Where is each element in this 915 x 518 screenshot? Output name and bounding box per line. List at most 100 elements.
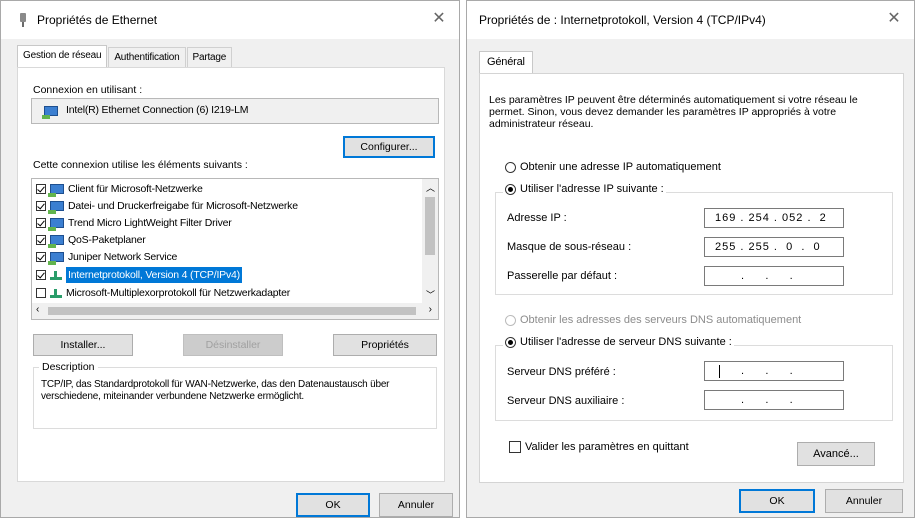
alternate-dns-field[interactable]: . . . xyxy=(704,390,844,410)
gateway-value: . . . xyxy=(741,270,794,282)
manual-ip-option[interactable]: Utiliser l'adresse IP suivante : xyxy=(503,183,666,195)
item-label: QoS-Paketplaner xyxy=(68,234,146,246)
ethernet-properties-window: Propriétés de Ethernet ✕ Gestion de rése… xyxy=(0,0,460,518)
auto-dns-option[interactable]: Obtenir les adresses des serveurs DNS au… xyxy=(505,314,801,326)
preferred-dns-label: Serveur DNS préféré : xyxy=(507,366,616,378)
text-cursor xyxy=(719,365,720,378)
adapter-box: Intel(R) Ethernet Connection (6) I219-LM xyxy=(31,98,439,124)
list-item-selected[interactable]: Internetprotokoll, Version 4 (TCP/IPv4) xyxy=(36,267,242,283)
preferred-dns-field[interactable]: . . . xyxy=(704,361,844,381)
uninstall-button[interactable]: Désinstaller xyxy=(183,334,283,356)
ipv4-properties-window: Propriétés de : Internetprotokoll, Versi… xyxy=(466,0,915,518)
scrollbar-thumb[interactable] xyxy=(48,307,416,315)
validate-checkbox[interactable] xyxy=(509,441,521,453)
close-icon[interactable]: ✕ xyxy=(429,9,449,29)
validate-label: Valider les paramètres en quittant xyxy=(525,441,689,453)
protocol-icon xyxy=(50,288,62,298)
horizontal-scrollbar[interactable]: ‹ › xyxy=(32,303,438,319)
scroll-up-icon[interactable]: ︿ xyxy=(426,181,435,194)
scroll-left-icon[interactable]: ‹ xyxy=(36,304,39,315)
ip-address-value: 169 . 254 . 052 . 2 xyxy=(715,212,827,224)
ok-button[interactable]: OK xyxy=(739,489,815,513)
configure-button[interactable]: Configurer... xyxy=(343,136,435,158)
item-checkbox[interactable] xyxy=(36,184,46,194)
item-checkbox[interactable] xyxy=(36,201,46,211)
manual-dns-radio[interactable] xyxy=(505,336,516,348)
ethernet-icon xyxy=(20,13,26,27)
list-item[interactable]: Microsoft-Multiplexorprotokoll für Netzw… xyxy=(36,285,290,301)
scroll-down-icon[interactable]: ﹀ xyxy=(426,288,435,301)
scrollbar-thumb[interactable] xyxy=(425,197,435,255)
tab-sharing[interactable]: Partage xyxy=(186,47,233,68)
advanced-button[interactable]: Avancé... xyxy=(797,442,875,466)
adapter-icon xyxy=(42,106,58,119)
item-checkbox[interactable] xyxy=(36,218,46,228)
description-text: TCP/IP, das Standardprotokoll für WAN-Ne… xyxy=(41,379,390,402)
auto-ip-option[interactable]: Obtenir une adresse IP automatiquement xyxy=(505,161,721,173)
protocol-icon xyxy=(50,270,62,280)
window-title: Propriétés de Ethernet xyxy=(37,13,158,27)
list-item[interactable]: QoS-Paketplaner xyxy=(36,232,146,248)
ok-button[interactable]: OK xyxy=(296,493,370,517)
tab-strip: Gestion de réseau Authentification Parta… xyxy=(17,45,233,68)
manual-ip-radio[interactable] xyxy=(505,183,516,195)
network-icon xyxy=(48,201,64,214)
tab-authentication[interactable]: Authentification xyxy=(108,47,186,68)
list-item[interactable]: Datei- und Druckerfreigabe für Microsoft… xyxy=(36,198,298,214)
manual-dns-label: Utiliser l'adresse de serveur DNS suivan… xyxy=(520,336,732,348)
intro-text: Les paramètres IP peuvent être déterminé… xyxy=(489,94,858,130)
ip-address-label: Adresse IP : xyxy=(507,212,567,224)
list-item[interactable]: Juniper Network Service xyxy=(36,249,177,265)
item-checkbox[interactable] xyxy=(36,252,46,262)
item-checkbox[interactable] xyxy=(36,235,46,245)
auto-dns-radio[interactable] xyxy=(505,314,516,326)
list-item[interactable]: Client für Microsoft-Netzwerke xyxy=(36,181,203,197)
components-list: Client für Microsoft-Netzwerke Datei- un… xyxy=(31,178,439,320)
items-label: Cette connexion utilise les éléments sui… xyxy=(33,159,248,171)
preferred-dns-value: . . . xyxy=(741,365,794,377)
auto-ip-radio[interactable] xyxy=(505,161,516,173)
tab-networking[interactable]: Gestion de réseau xyxy=(17,45,108,68)
item-checkbox[interactable] xyxy=(36,270,46,280)
manual-dns-option[interactable]: Utiliser l'adresse de serveur DNS suivan… xyxy=(503,336,734,348)
list-item[interactable]: Trend Micro LightWeight Filter Driver xyxy=(36,215,232,231)
validate-option[interactable]: Valider les paramètres en quittant xyxy=(509,441,689,453)
gateway-field[interactable]: . . . xyxy=(704,266,844,286)
window-title: Propriétés de : Internetprotokoll, Versi… xyxy=(479,13,766,27)
vertical-scrollbar[interactable]: ︿ ﹀ xyxy=(422,179,438,303)
item-label: Client für Microsoft-Netzwerke xyxy=(68,183,203,195)
item-label: Microsoft-Multiplexorprotokoll für Netzw… xyxy=(66,287,290,299)
description-label: Description xyxy=(39,361,98,373)
item-label: Trend Micro LightWeight Filter Driver xyxy=(68,217,232,229)
subnet-mask-label: Masque de sous-réseau : xyxy=(507,241,632,253)
properties-button[interactable]: Propriétés xyxy=(333,334,437,356)
auto-ip-label: Obtenir une adresse IP automatiquement xyxy=(520,161,721,173)
network-icon xyxy=(48,184,64,197)
connect-using-label: Connexion en utilisant : xyxy=(33,84,143,96)
alternate-dns-value: . . . xyxy=(741,394,794,406)
item-label: Datei- und Druckerfreigabe für Microsoft… xyxy=(68,200,298,212)
title-bar: Propriétés de : Internetprotokoll, Versi… xyxy=(467,1,914,39)
network-icon xyxy=(48,218,64,231)
item-label: Juniper Network Service xyxy=(68,251,178,263)
tab-strip: Général xyxy=(479,51,534,74)
adapter-name: Intel(R) Ethernet Connection (6) I219-LM xyxy=(66,104,249,116)
network-icon xyxy=(48,235,64,248)
manual-ip-label: Utiliser l'adresse IP suivante : xyxy=(520,183,664,195)
scroll-right-icon[interactable]: › xyxy=(429,304,432,315)
item-checkbox[interactable] xyxy=(36,288,46,298)
cancel-button[interactable]: Annuler xyxy=(825,489,903,513)
subnet-mask-field[interactable]: 255 . 255 . 0 . 0 xyxy=(704,237,844,257)
network-icon xyxy=(48,252,64,265)
auto-dns-label: Obtenir les adresses des serveurs DNS au… xyxy=(520,314,802,326)
install-button[interactable]: Installer... xyxy=(33,334,133,356)
gateway-label: Passerelle par défaut : xyxy=(507,270,618,282)
alternate-dns-label: Serveur DNS auxiliaire : xyxy=(507,395,625,407)
cancel-button[interactable]: Annuler xyxy=(379,493,453,517)
tab-general[interactable]: Général xyxy=(479,51,533,74)
ip-address-field[interactable]: 169 . 254 . 052 . 2 xyxy=(704,208,844,228)
item-label: Internetprotokoll, Version 4 (TCP/IPv4) xyxy=(66,267,242,283)
close-icon[interactable]: ✕ xyxy=(884,9,904,29)
subnet-mask-value: 255 . 255 . 0 . 0 xyxy=(715,241,821,253)
title-bar: Propriétés de Ethernet ✕ xyxy=(1,1,459,39)
